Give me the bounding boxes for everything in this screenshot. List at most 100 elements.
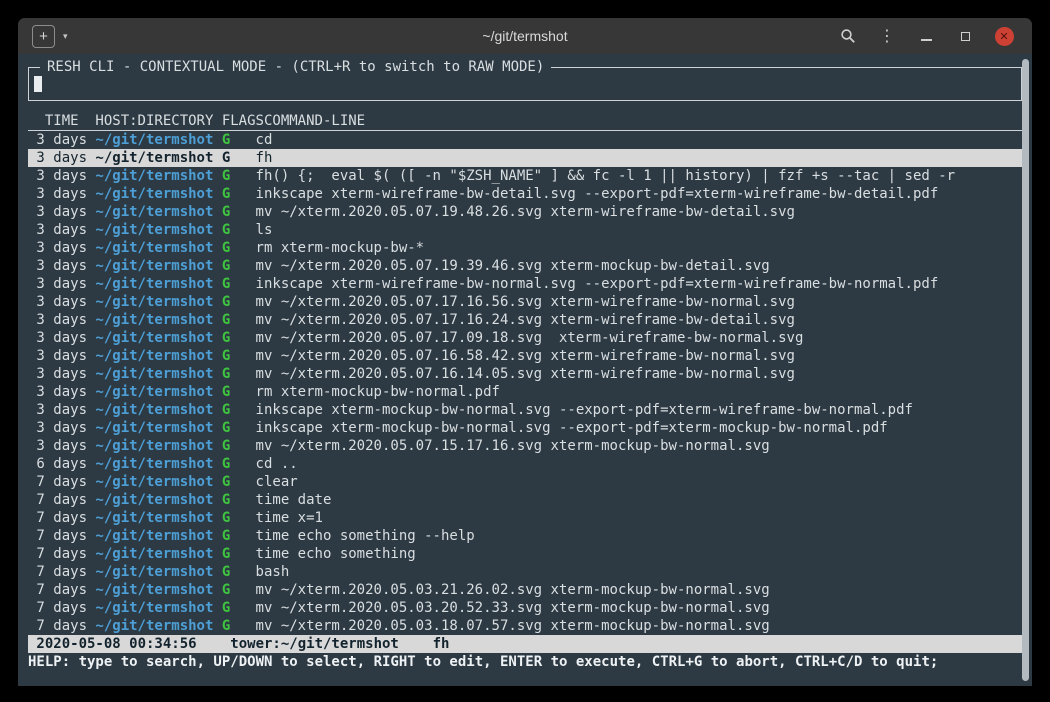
row-time: 3 days xyxy=(36,311,87,329)
history-row[interactable]: 3 days ~/git/termshot G inkscape xterm-w… xyxy=(28,185,1022,203)
history-row[interactable]: 7 days ~/git/termshot G mv ~/xterm.2020.… xyxy=(28,581,1022,599)
history-row[interactable]: 7 days ~/git/termshot G bash xyxy=(28,563,1022,581)
status-location: tower:~/git/termshot xyxy=(230,635,399,653)
row-flags: G xyxy=(222,581,230,599)
row-flags: G xyxy=(222,455,230,473)
close-button[interactable]: ✕ xyxy=(992,23,1016,49)
row-flags: G xyxy=(222,617,230,635)
search-icon xyxy=(840,28,856,44)
history-row[interactable]: 3 days ~/git/termshot G mv ~/xterm.2020.… xyxy=(28,437,1022,455)
row-time: 7 days xyxy=(36,473,87,491)
new-tab-button[interactable]: + xyxy=(32,25,55,48)
row-command: mv ~/xterm.2020.05.07.16.14.05.svg xterm… xyxy=(256,365,1022,383)
restore-icon xyxy=(961,32,970,41)
row-time: 7 days xyxy=(36,563,87,581)
row-flags: G xyxy=(222,149,230,167)
status-command: fh xyxy=(433,635,450,653)
history-row[interactable]: 3 days ~/git/termshot G inkscape xterm-w… xyxy=(28,275,1022,293)
terminal-content[interactable]: RESH CLI - CONTEXTUAL MODE - (CTRL+R to … xyxy=(18,54,1032,686)
history-row[interactable]: 3 days ~/git/termshot G mv ~/xterm.2020.… xyxy=(28,257,1022,275)
row-directory: ~/git/termshot xyxy=(95,257,213,275)
history-row[interactable]: 3 days ~/git/termshot G mv ~/xterm.2020.… xyxy=(28,347,1022,365)
row-flags: G xyxy=(222,599,230,617)
row-directory: ~/git/termshot xyxy=(95,437,213,455)
row-command: time echo something xyxy=(256,545,1022,563)
row-directory: ~/git/termshot xyxy=(95,347,213,365)
history-row[interactable]: 3 days ~/git/termshot G inkscape xterm-m… xyxy=(28,419,1022,437)
history-row[interactable]: 3 days ~/git/termshot G fh xyxy=(28,149,1022,167)
row-directory: ~/git/termshot xyxy=(95,131,213,149)
tab-dropdown-caret-icon[interactable]: ▾ xyxy=(60,29,71,44)
search-button[interactable] xyxy=(836,23,860,49)
row-command: mv ~/xterm.2020.05.03.18.07.57.svg xterm… xyxy=(256,617,1022,635)
history-row[interactable]: 7 days ~/git/termshot G clear xyxy=(28,473,1022,491)
row-directory: ~/git/termshot xyxy=(95,275,213,293)
row-directory: ~/git/termshot xyxy=(95,329,213,347)
history-row[interactable]: 3 days ~/git/termshot G fh() {; eval $( … xyxy=(28,167,1022,185)
minimize-button[interactable] xyxy=(914,23,938,49)
header-host-directory: HOST:DIRECTORY xyxy=(95,112,213,130)
titlebar[interactable]: + ▾ ~/git/termshot ⋮ ✕ xyxy=(18,18,1032,54)
history-row[interactable]: 3 days ~/git/termshot G ls xyxy=(28,221,1022,239)
row-time: 7 days xyxy=(36,545,87,563)
history-row[interactable]: 6 days ~/git/termshot G cd .. xyxy=(28,455,1022,473)
row-command: mv ~/xterm.2020.05.03.20.52.33.svg xterm… xyxy=(256,599,1022,617)
row-time: 3 days xyxy=(36,437,87,455)
row-directory: ~/git/termshot xyxy=(95,617,213,635)
row-flags: G xyxy=(222,185,230,203)
row-command: mv ~/xterm.2020.05.07.19.39.46.svg xterm… xyxy=(256,257,1022,275)
row-time: 3 days xyxy=(36,167,87,185)
history-row[interactable]: 3 days ~/git/termshot G rm xterm-mockup-… xyxy=(28,383,1022,401)
history-row[interactable]: 7 days ~/git/termshot G time date xyxy=(28,491,1022,509)
row-directory: ~/git/termshot xyxy=(95,455,213,473)
row-flags: G xyxy=(222,491,230,509)
history-row[interactable]: 3 days ~/git/termshot G inkscape xterm-m… xyxy=(28,401,1022,419)
row-command: cd .. xyxy=(256,455,1022,473)
row-command: ls xyxy=(256,221,1022,239)
status-datetime: 2020-05-08 00:34:56 xyxy=(36,635,196,653)
history-row[interactable]: 7 days ~/git/termshot G time echo someth… xyxy=(28,527,1022,545)
history-row[interactable]: 3 days ~/git/termshot G mv ~/xterm.2020.… xyxy=(28,293,1022,311)
row-command: time echo something --help xyxy=(256,527,1022,545)
history-row[interactable]: 7 days ~/git/termshot G mv ~/xterm.2020.… xyxy=(28,617,1022,635)
resh-search-input[interactable]: RESH CLI - CONTEXTUAL MODE - (CTRL+R to … xyxy=(28,67,1022,101)
row-command: time x=1 xyxy=(256,509,1022,527)
history-row[interactable]: 3 days ~/git/termshot G mv ~/xterm.2020.… xyxy=(28,365,1022,383)
history-row[interactable]: 3 days ~/git/termshot G mv ~/xterm.2020.… xyxy=(28,203,1022,221)
row-flags: G xyxy=(222,131,230,149)
row-time: 3 days xyxy=(36,383,87,401)
row-time: 3 days xyxy=(36,203,87,221)
history-row[interactable]: 3 days ~/git/termshot G mv ~/xterm.2020.… xyxy=(28,329,1022,347)
row-directory: ~/git/termshot xyxy=(95,203,213,221)
row-time: 6 days xyxy=(36,455,87,473)
row-flags: G xyxy=(222,203,230,221)
titlebar-left: + ▾ xyxy=(32,25,71,48)
kebab-menu-icon: ⋮ xyxy=(879,28,895,44)
restore-button[interactable] xyxy=(953,23,977,49)
scrollbar[interactable] xyxy=(1022,59,1029,681)
row-flags: G xyxy=(222,257,230,275)
row-flags: G xyxy=(222,437,230,455)
row-directory: ~/git/termshot xyxy=(95,149,213,167)
history-row[interactable]: 3 days ~/git/termshot G cd xyxy=(28,131,1022,149)
history-row[interactable]: 7 days ~/git/termshot G mv ~/xterm.2020.… xyxy=(28,599,1022,617)
row-command: rm xterm-mockup-bw-normal.pdf xyxy=(256,383,1022,401)
row-flags: G xyxy=(222,545,230,563)
table-header: TIME HOST:DIRECTORY FLAGS COMMAND-LINE xyxy=(28,112,1022,131)
row-directory: ~/git/termshot xyxy=(95,221,213,239)
history-row[interactable]: 7 days ~/git/termshot G time echo someth… xyxy=(28,545,1022,563)
row-command: cd xyxy=(256,131,1022,149)
terminal-window: + ▾ ~/git/termshot ⋮ ✕ xyxy=(18,18,1032,686)
row-command: rm xterm-mockup-bw-* xyxy=(256,239,1022,257)
row-time: 3 days xyxy=(36,329,87,347)
history-row[interactable]: 3 days ~/git/termshot G mv ~/xterm.2020.… xyxy=(28,311,1022,329)
row-directory: ~/git/termshot xyxy=(95,167,213,185)
history-row[interactable]: 3 days ~/git/termshot G rm xterm-mockup-… xyxy=(28,239,1022,257)
row-command: fh xyxy=(256,149,1022,167)
row-directory: ~/git/termshot xyxy=(95,293,213,311)
row-time: 7 days xyxy=(36,527,87,545)
menu-button[interactable]: ⋮ xyxy=(875,23,899,49)
history-row[interactable]: 7 days ~/git/termshot G time x=1 xyxy=(28,509,1022,527)
row-time: 3 days xyxy=(36,149,87,167)
header-flags: FLAGS xyxy=(222,112,264,130)
